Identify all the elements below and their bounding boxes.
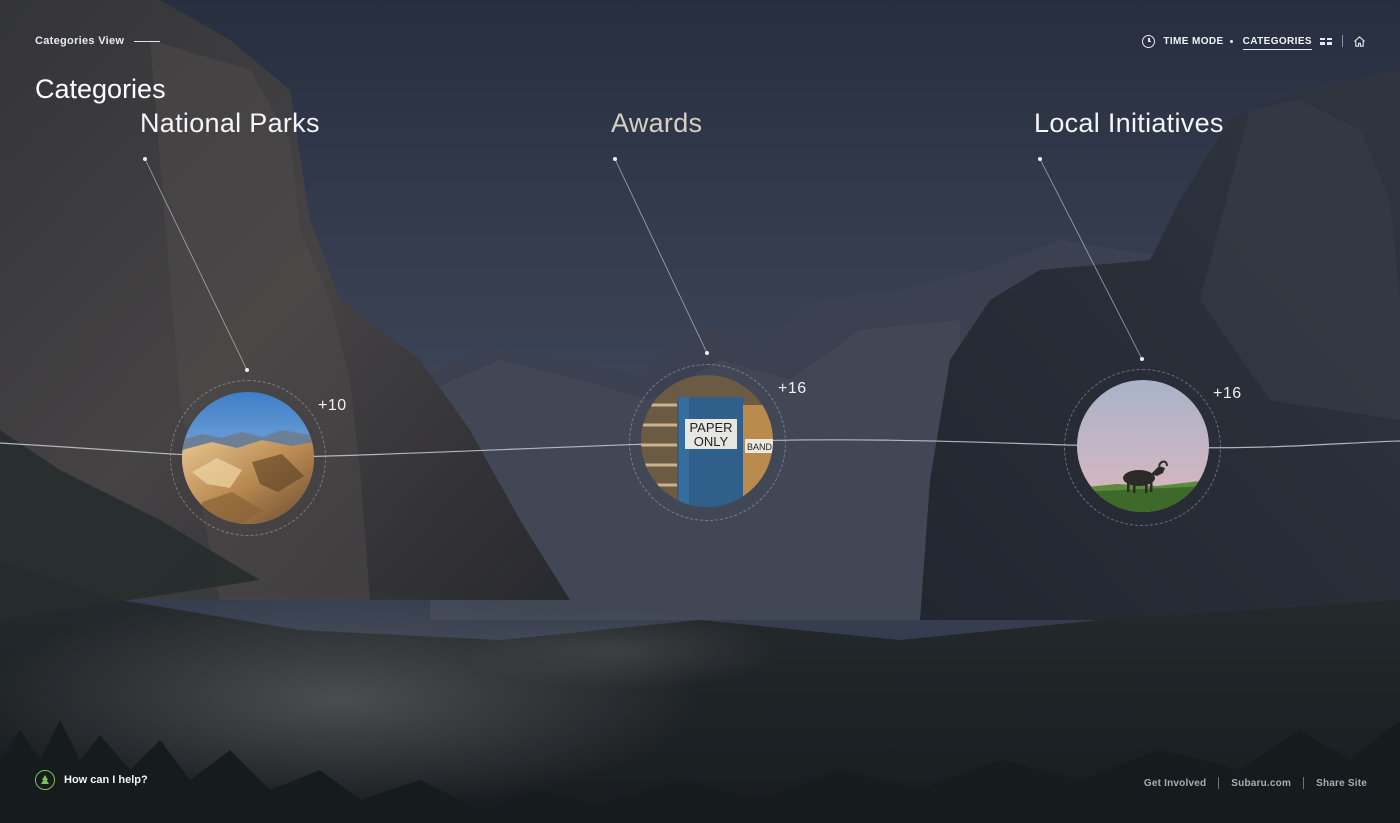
mountain-rock-photo (182, 392, 314, 524)
category-count: +16 (1213, 385, 1242, 402)
category-bubble-national-parks[interactable] (182, 392, 314, 524)
connector-dot (143, 157, 147, 161)
paper-only-bin-photo: PAPER ONLY BAND (641, 375, 773, 507)
clock-icon[interactable] (1142, 34, 1156, 48)
footer-links: Get Involved Subaru.com Share Site (1144, 777, 1367, 789)
connector-dot (245, 368, 249, 372)
dash-decoration (134, 40, 161, 42)
tree-icon[interactable] (35, 770, 55, 790)
grid-icon[interactable] (1320, 37, 1332, 45)
subaru-link[interactable]: Subaru.com (1231, 778, 1291, 789)
svg-text:PAPER: PAPER (689, 420, 732, 435)
svg-text:ONLY: ONLY (694, 434, 729, 449)
page-title: Categories (35, 74, 166, 104)
share-site-link[interactable]: Share Site (1316, 778, 1367, 789)
connector-dot (1038, 157, 1042, 161)
category-title-local-initiatives[interactable]: Local Initiatives (1034, 108, 1224, 139)
footer-separator (1303, 777, 1305, 789)
nav-separator (1342, 35, 1343, 47)
connector-dot (705, 351, 709, 355)
help-widget[interactable]: How can I help? (35, 770, 148, 790)
view-label: Categories View (35, 35, 161, 47)
category-count: +16 (778, 380, 807, 397)
home-icon[interactable] (1353, 35, 1366, 48)
goat-sunset-photo (1077, 380, 1209, 512)
category-bubble-awards[interactable]: PAPER ONLY BAND (641, 375, 773, 507)
background-scene: Categories View Categories TIME MODE CAT… (0, 0, 1400, 823)
footer-separator (1218, 777, 1220, 789)
nav-dot (1229, 39, 1233, 43)
categories-link[interactable]: CATEGORIES (1242, 36, 1312, 50)
view-label-text: Categories View (35, 35, 125, 47)
category-title-national-parks[interactable]: National Parks (140, 108, 320, 139)
time-mode-link[interactable]: TIME MODE (1163, 36, 1223, 47)
category-bubble-local-initiatives[interactable] (1077, 380, 1209, 512)
svg-text:BAND: BAND (747, 442, 773, 452)
connector-dot (613, 157, 617, 161)
get-involved-link[interactable]: Get Involved (1144, 778, 1206, 789)
category-title-awards[interactable]: Awards (611, 108, 702, 139)
help-label[interactable]: How can I help? (64, 774, 148, 786)
top-nav: TIME MODE CATEGORIES (1142, 33, 1366, 50)
category-count: +10 (318, 397, 347, 414)
connector-dot (1140, 357, 1144, 361)
